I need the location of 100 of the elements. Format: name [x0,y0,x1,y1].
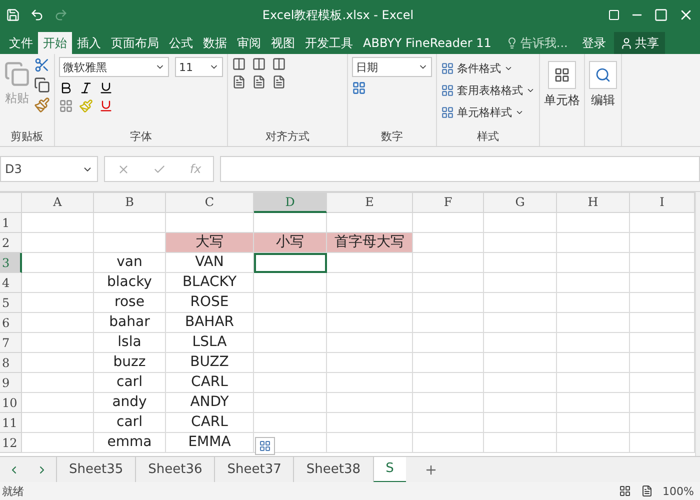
window-title: Excel教程模板.xlsx - Excel [261,6,415,24]
row-header[interactable]: 1 [0,213,22,233]
name-box[interactable]: D3 [0,156,98,182]
plus-icon [424,462,438,476]
column-header[interactable]: D [254,193,327,213]
table-cell [413,213,484,233]
row-header[interactable]: 6 [0,313,22,333]
table-cell: carl [94,373,166,393]
table-cell [413,373,484,393]
table-cell: andy [94,393,166,413]
row-header[interactable]: 5 [0,293,22,313]
row-header[interactable]: 7 [0,333,22,353]
table-cell: EMMA [166,433,254,453]
table-cell [413,313,484,333]
column-header[interactable]: F [413,193,484,213]
ribbon-tab[interactable]: 数据 [198,32,232,54]
number-format-field[interactable]: 日期 [352,57,432,77]
column-header[interactable]: E [327,193,413,213]
column-header[interactable]: I [630,193,695,213]
table-cell: rose [94,293,166,313]
cells-icon [548,61,576,89]
table-cell: CARL [166,373,254,393]
ribbon-tab[interactable]: 开始 [38,32,72,54]
ribbon-tab[interactable]: 页面布局 [106,32,164,54]
table-cell: BUZZ [166,353,254,373]
sheet-tab[interactable]: S [372,456,406,482]
group-label: 对齐方式 [264,129,310,145]
group-label: 样式 [476,129,500,145]
bold-icon[interactable] [59,81,73,95]
table-cell [413,233,484,253]
table-cell [413,353,484,373]
share-button[interactable]: 共享 [614,32,665,54]
styles-menu-button[interactable]: 单元格样式 [441,101,535,123]
vertical-scrollbar[interactable] [695,192,700,456]
active-cell[interactable] [254,253,327,273]
column-header[interactable]: G [484,193,557,213]
ribbon-tab[interactable]: 插入 [72,32,106,54]
ribbon-tab[interactable]: 开发工具 [300,32,358,54]
copy-icon[interactable] [34,77,50,93]
cells-button[interactable]: 单元格 [544,57,580,109]
format-painter-icon[interactable] [34,97,50,113]
table-cell [413,433,484,453]
save-icon[interactable] [6,8,20,22]
person-icon [620,36,633,50]
table-cell [94,213,166,233]
table-cell [413,333,484,353]
ribbon-tab[interactable]: 公式 [164,32,198,54]
table-cell: bahar [94,313,166,333]
table-cell: LSLA [166,333,254,353]
row-header[interactable]: 2 [0,233,22,253]
table-grid-icon [441,106,454,118]
italic-icon[interactable] [79,81,93,95]
table-cell [413,253,484,273]
row-header[interactable]: 12 [0,433,22,453]
table-cell: van [94,253,166,273]
row-header[interactable]: 11 [0,413,22,433]
table-cell [22,213,94,233]
styles-menu-button[interactable]: 条件格式 [441,57,535,79]
column-header[interactable]: H [557,193,630,213]
paste-options-icon[interactable] [255,437,275,455]
ribbon-tab[interactable]: 视图 [266,32,300,54]
tell-me-field[interactable]: 告诉我... [506,32,568,54]
font-name-field[interactable]: 微软雅黑 [59,57,169,77]
table-cell [413,293,484,313]
clipboard-icon [4,61,30,87]
sign-in-link[interactable]: 登录 [582,32,606,54]
status-text: 就绪 [2,484,24,498]
table-cell: emma [94,433,166,453]
ribbon-tab[interactable]: 审阅 [232,32,266,54]
styles-menu-button[interactable]: 套用表格格式 [441,79,535,101]
maximize-icon[interactable] [654,8,668,22]
zoom-level[interactable]: 100% [662,484,700,498]
row-header[interactable]: 9 [0,373,22,393]
undo-icon[interactable] [30,8,44,22]
table-cell: ROSE [166,293,254,313]
underline-icon[interactable] [99,81,113,95]
column-header[interactable]: C [166,193,254,213]
table-cell: CARL [166,413,254,433]
search-icon [589,61,617,89]
table-cell: 大写 [166,233,254,253]
normal-view-icon[interactable] [618,485,631,497]
check-icon[interactable] [153,162,166,176]
cut-icon[interactable] [34,57,50,73]
row-header[interactable]: 4 [0,273,22,293]
group-label: 字体 [129,129,153,145]
column-header[interactable]: A [22,193,94,213]
ribbon-tab[interactable]: ABBYY FineReader 11 [358,32,496,54]
row-header[interactable]: 10 [0,393,22,413]
column-header[interactable]: B [94,193,166,213]
group-label: 剪贴板 [10,129,44,145]
table-cell: blacky [94,273,166,293]
page-layout-icon[interactable] [640,485,653,497]
editing-button[interactable]: 编辑 [589,57,617,109]
table-cell: 小写 [254,233,327,253]
ribbon-tab[interactable]: 文件 [4,32,38,54]
row-header[interactable]: 8 [0,353,22,373]
font-size-field[interactable]: 11 [175,57,223,77]
formula-field[interactable] [220,156,700,182]
table-cell: lsla [94,333,166,353]
row-header[interactable]: 3 [0,253,22,273]
